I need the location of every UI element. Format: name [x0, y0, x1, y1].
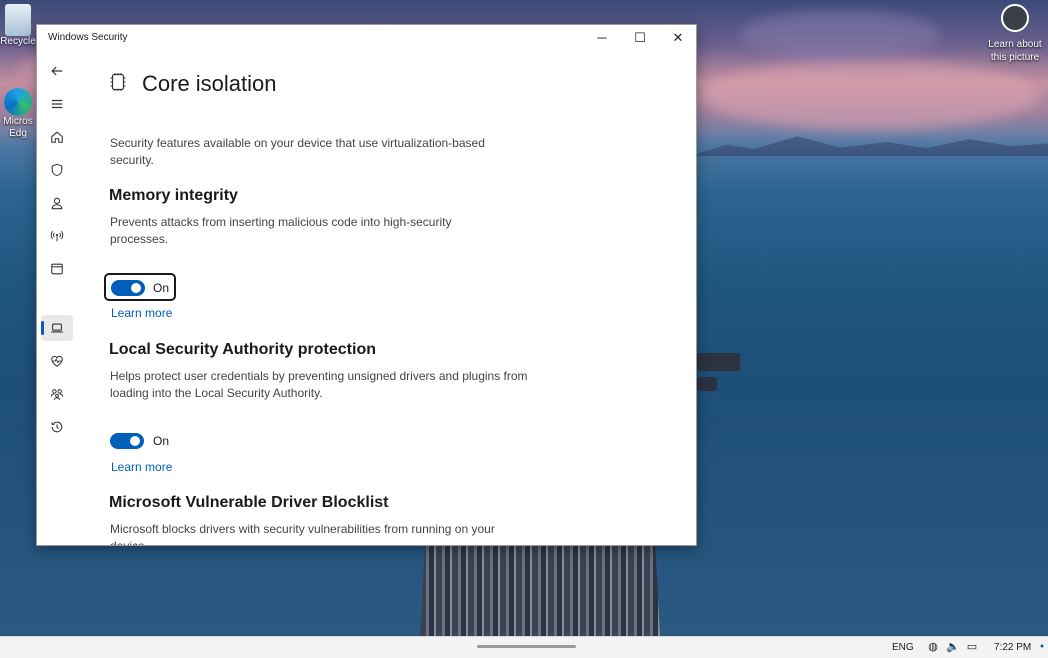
sidebar-item-account-protection[interactable]	[41, 190, 73, 216]
main-content: Core isolation Security features availab…	[77, 51, 696, 546]
page-description: Security features available on your devi…	[110, 136, 485, 167]
core-isolation-icon	[110, 73, 126, 91]
sidebar	[37, 51, 77, 545]
speaker-muted-icon[interactable]: 🔈	[946, 641, 960, 653]
taskbar: ENG ◍ 🔈 ▭ 7:22 PM ●	[0, 636, 1048, 658]
sidebar-item-protection-history[interactable]	[41, 414, 73, 440]
wallpaper-cloud	[700, 60, 1040, 130]
recycle-bin-icon	[5, 4, 31, 36]
camera-icon	[1001, 4, 1029, 32]
section-description: Prevents attacks from inserting maliciou…	[110, 215, 452, 246]
home-icon	[51, 131, 63, 143]
memory-integrity-toggle[interactable]	[111, 280, 145, 296]
section-description: Microsoft blocks drivers with security v…	[110, 522, 495, 546]
menu-button[interactable]	[41, 91, 73, 117]
heart-pulse-icon	[51, 355, 63, 367]
toggle-knob	[131, 283, 141, 293]
section-heading-driver-blocklist: Microsoft Vulnerable Driver Blocklist	[109, 494, 389, 511]
learn-more-link-memory-integrity[interactable]: Learn more	[111, 306, 172, 320]
active-indicator	[41, 321, 44, 335]
toggle-knob	[130, 436, 140, 446]
lsa-protection-toggle[interactable]	[110, 433, 144, 449]
globe-icon[interactable]: ◍	[927, 641, 939, 653]
edge-icon	[4, 88, 32, 116]
person-icon	[51, 197, 63, 210]
close-button[interactable]: ✕	[659, 25, 696, 51]
page-title: Core isolation	[142, 71, 277, 96]
browser-window-icon	[51, 263, 63, 275]
language-indicator[interactable]: ENG	[892, 642, 914, 653]
learn-more-link-lsa-protection[interactable]: Learn more	[111, 460, 172, 474]
gear-icon	[50, 545, 64, 546]
back-arrow-icon	[51, 66, 63, 76]
wallpaper-cloud	[740, 10, 940, 60]
laptop-icon	[51, 323, 63, 333]
sidebar-item-family-options[interactable]	[41, 381, 73, 407]
spotlight-desktop-icon[interactable]: Learn about this picture	[984, 4, 1046, 64]
section-heading-lsa-protection: Local Security Authority protection	[109, 341, 376, 358]
sidebar-item-firewall[interactable]	[41, 223, 73, 249]
wallpaper-rock	[697, 377, 717, 391]
history-icon	[51, 421, 63, 433]
family-icon	[50, 389, 64, 401]
desktop-icon-label: Micros Edg	[3, 116, 33, 139]
wallpaper-mountains	[690, 136, 1048, 156]
section-heading-memory-integrity: Memory integrity	[109, 187, 238, 204]
section-description: Helps protect user credentials by preven…	[110, 369, 528, 400]
windows-security-window: Windows Security ─ ☐ ✕ Core isolation Se…	[36, 24, 697, 546]
sidebar-item-device-health[interactable]	[41, 348, 73, 374]
recycle-bin-desktop-icon[interactable]: Recycle	[0, 4, 36, 47]
sidebar-item-device-security[interactable]	[41, 315, 73, 341]
maximize-button[interactable]: ☐	[621, 25, 659, 51]
edge-desktop-icon[interactable]: Micros Edg	[0, 88, 36, 140]
back-button[interactable]	[41, 58, 73, 84]
battery-icon[interactable]: ▭	[966, 641, 978, 653]
sidebar-item-virus-protection[interactable]	[41, 157, 73, 183]
hamburger-icon	[51, 99, 63, 109]
sidebar-item-settings[interactable]	[41, 539, 73, 546]
toggle-state-label: On	[153, 281, 170, 295]
memory-integrity-toggle-focus: On	[104, 273, 176, 301]
title-bar[interactable]: Windows Security ─ ☐ ✕	[37, 25, 696, 51]
shield-icon	[51, 163, 63, 177]
taskbar-handle[interactable]	[477, 645, 576, 648]
window-title: Windows Security	[48, 32, 128, 43]
desktop-icon-label: Recycle	[0, 36, 36, 47]
spotlight-label: Learn about this picture	[988, 39, 1042, 63]
minimize-button[interactable]: ─	[583, 25, 621, 51]
antenna-icon	[50, 230, 64, 242]
sidebar-item-home[interactable]	[41, 124, 73, 150]
notification-dot-icon[interactable]: ●	[1036, 641, 1048, 653]
sidebar-item-app-browser[interactable]	[41, 256, 73, 282]
clock[interactable]: 7:22 PM	[994, 642, 1031, 653]
toggle-state-label: On	[153, 434, 170, 448]
wallpaper-pier	[420, 545, 660, 636]
wallpaper-rock	[697, 353, 740, 371]
